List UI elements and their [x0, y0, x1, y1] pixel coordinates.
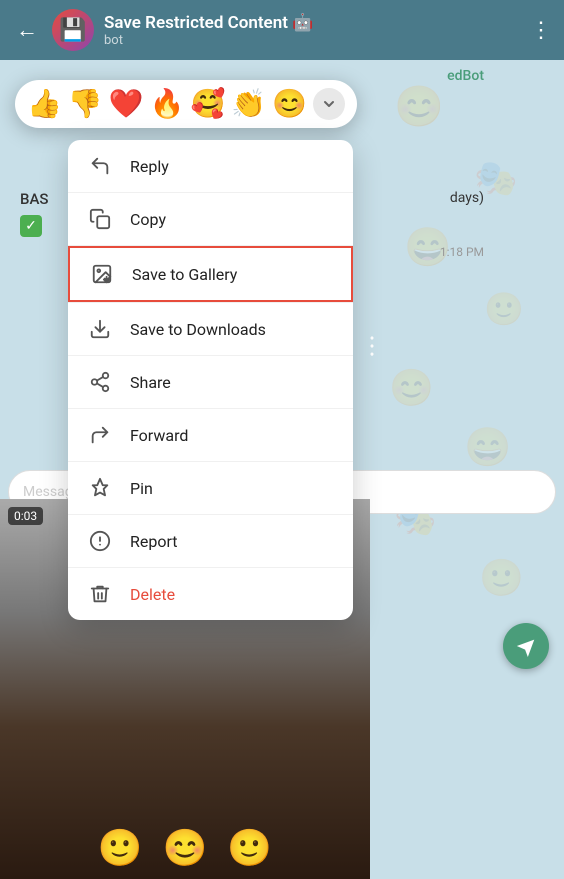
context-menu: Reply Copy [68, 140, 353, 620]
menu-item-forward[interactable]: Forward [68, 409, 353, 461]
reaction-smile[interactable]: 😊 [272, 90, 307, 118]
reaction-thumbs-up[interactable]: 👍 [27, 90, 62, 118]
save-downloads-label: Save to Downloads [130, 320, 266, 339]
avatar: 💾 [52, 9, 94, 51]
report-icon [88, 529, 112, 553]
copy-label: Copy [130, 210, 166, 229]
reaction-love[interactable]: 🥰 [191, 90, 226, 118]
menu-item-save-gallery-wrapper: Save to Gallery [68, 246, 353, 302]
back-button[interactable]: ← [12, 13, 42, 47]
reaction-heart[interactable]: ❤️ [109, 90, 144, 118]
menu-item-report[interactable]: Report [68, 515, 353, 567]
menu-item-copy[interactable]: Copy [68, 193, 353, 245]
menu-item-delete[interactable]: Delete [68, 568, 353, 620]
save-gallery-icon [90, 262, 114, 286]
reaction-fire[interactable]: 🔥 [150, 90, 185, 118]
chat-background: 😊 🎭 😄 🙂 😊 😄 🎭 🙂 edBot BAS days) ✓ Messag… [0, 60, 564, 879]
menu-item-save-gallery[interactable]: Save to Gallery [70, 248, 351, 300]
share-label: Share [130, 373, 171, 392]
save-downloads-icon [88, 317, 112, 341]
header-info: Save Restricted Content 🤖 bot [104, 13, 520, 48]
emoji-expand-button[interactable] [313, 88, 345, 120]
chat-title: Save Restricted Content 🤖 [104, 13, 520, 33]
menu-item-reply[interactable]: Reply [68, 140, 353, 192]
delete-label: Delete [130, 585, 175, 604]
delete-icon [88, 582, 112, 606]
reaction-clap[interactable]: 👏 [231, 90, 266, 118]
copy-icon [88, 207, 112, 231]
forward-label: Forward [130, 426, 188, 445]
report-label: Report [130, 532, 178, 551]
reply-icon [88, 154, 112, 178]
context-overlay: 👍 👎 ❤️ 🔥 🥰 👏 😊 Reply [0, 60, 564, 879]
forward-icon [88, 423, 112, 447]
menu-item-save-downloads[interactable]: Save to Downloads [68, 303, 353, 355]
share-icon [88, 370, 112, 394]
emoji-reaction-bar: 👍 👎 ❤️ 🔥 🥰 👏 😊 [15, 80, 357, 128]
save-gallery-label: Save to Gallery [132, 265, 237, 284]
more-options-button[interactable]: ⋮ [530, 18, 552, 43]
menu-item-pin[interactable]: Pin [68, 462, 353, 514]
menu-item-share[interactable]: Share [68, 356, 353, 408]
pin-label: Pin [130, 479, 153, 498]
pin-icon [88, 476, 112, 500]
chat-header: ← 💾 Save Restricted Content 🤖 bot ⋮ [0, 0, 564, 60]
chat-subtitle: bot [104, 33, 520, 48]
reply-label: Reply [130, 157, 169, 176]
reaction-thumbs-down[interactable]: 👎 [68, 90, 103, 118]
